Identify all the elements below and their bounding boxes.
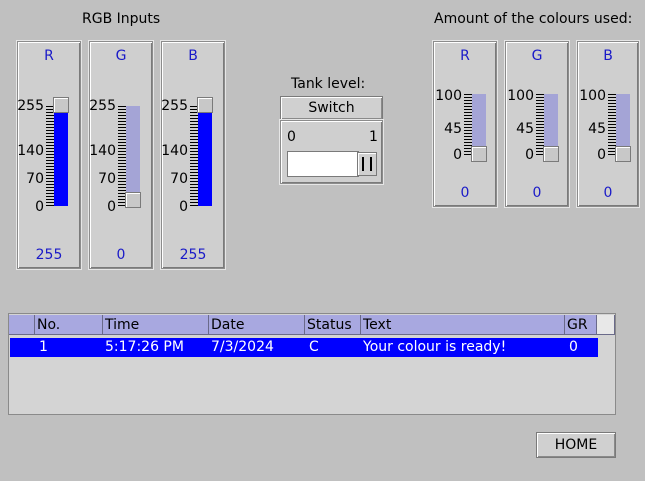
tank-level-title: Tank level: (291, 76, 366, 92)
rgb-slider-r-letter: R (44, 48, 54, 64)
tick-0: 0 (453, 147, 462, 163)
tick-140: 140 (17, 143, 44, 159)
tick-100: 100 (507, 88, 534, 104)
table-row[interactable]: 1 5:17:26 PM 7/3/2024 C Your colour is r… (10, 338, 598, 357)
home-button[interactable]: HOME (536, 432, 616, 458)
cell-status: C (309, 339, 319, 355)
tank-level-input[interactable] (287, 151, 359, 177)
amount-gauge-g-thumb (543, 146, 559, 162)
amount-gauge-r-value: 0 (460, 185, 470, 201)
rgb-slider-g-panel: G 255 140 70 0 0 (89, 41, 153, 269)
rgb-slider-b-fill (198, 106, 212, 206)
amount-gauge-g-panel: G 100 45 0 0 (505, 41, 569, 207)
tick-70: 70 (170, 171, 188, 187)
tick-255: 255 (89, 98, 116, 114)
rgb-slider-b-letter: B (188, 48, 198, 64)
amount-title: Amount of the colours used: (434, 11, 633, 27)
cell-time: 5:17:26 PM (105, 339, 184, 355)
amount-gauge-b-letter: B (603, 48, 613, 64)
amount-gauge-r-thumb (471, 146, 487, 162)
header-text[interactable]: Text (361, 315, 565, 335)
rgb-slider-r-thumb[interactable] (53, 97, 69, 113)
tick-45: 45 (588, 121, 606, 137)
header-no[interactable]: No. (35, 315, 103, 335)
tick-0: 0 (525, 147, 534, 163)
tick-45: 45 (516, 121, 534, 137)
rgb-slider-b-panel: B 255 140 70 0 255 (161, 41, 225, 269)
tick-140: 140 (89, 143, 116, 159)
tick-0: 0 (179, 199, 188, 215)
header-spacer (597, 315, 615, 335)
tick-marks (118, 106, 126, 206)
tick-0: 0 (35, 199, 44, 215)
amount-gauge-g-value: 0 (532, 185, 542, 201)
tick-100: 100 (579, 88, 606, 104)
switch-button[interactable]: Switch (280, 96, 383, 120)
amount-gauge-r-letter: R (460, 48, 470, 64)
header-select (9, 315, 35, 335)
tick-marks (46, 106, 54, 206)
rgb-slider-b-thumb[interactable] (197, 97, 213, 113)
tick-70: 70 (98, 171, 116, 187)
tick-255: 255 (161, 98, 188, 114)
tick-70: 70 (26, 171, 44, 187)
tank-level-handle[interactable] (357, 152, 377, 176)
header-status[interactable]: Status (305, 315, 361, 335)
cell-no: 1 (39, 339, 48, 355)
rgb-slider-r-track[interactable] (54, 106, 68, 206)
tick-255: 255 (17, 98, 44, 114)
table-header: No. Time Date Status Text GR (9, 314, 615, 336)
rgb-slider-g-value: 0 (116, 247, 126, 263)
rgb-slider-r-panel: R 255 140 70 0 255 (17, 41, 81, 269)
grip-icon (362, 156, 372, 171)
cell-text: Your colour is ready! (363, 339, 507, 355)
header-gr[interactable]: GR (565, 315, 597, 335)
amount-gauge-g-letter: G (531, 48, 543, 64)
amount-gauge-r-panel: R 100 45 0 0 (433, 41, 497, 207)
tick-45: 45 (444, 121, 462, 137)
tick-140: 140 (161, 143, 188, 159)
rgb-slider-r-fill (54, 106, 68, 206)
tick-marks (190, 106, 198, 206)
tick-0: 0 (597, 147, 606, 163)
tank-min-label: 0 (287, 129, 296, 145)
amount-gauge-b-thumb (615, 146, 631, 162)
rgb-slider-g-letter: G (115, 48, 127, 64)
rgb-slider-b-value: 255 (179, 247, 207, 263)
tick-100: 100 (435, 88, 462, 104)
message-table: No. Time Date Status Text GR 1 5:17:26 P… (8, 313, 616, 415)
tank-level-panel: 0 1 (280, 120, 383, 184)
rgb-slider-g-track[interactable] (126, 106, 140, 206)
rgb-slider-g-thumb[interactable] (125, 192, 141, 208)
tank-max-label: 1 (369, 129, 378, 145)
rgb-inputs-title: RGB Inputs (82, 11, 161, 27)
amount-gauge-b-value: 0 (603, 185, 613, 201)
rgb-slider-r-value: 255 (35, 247, 63, 263)
amount-gauge-b-panel: B 100 45 0 0 (577, 41, 639, 207)
rgb-slider-b-track[interactable] (198, 106, 212, 206)
cell-gr: 0 (569, 339, 578, 355)
tick-0: 0 (107, 199, 116, 215)
header-time[interactable]: Time (103, 315, 209, 335)
header-date[interactable]: Date (209, 315, 305, 335)
cell-date: 7/3/2024 (211, 339, 274, 355)
